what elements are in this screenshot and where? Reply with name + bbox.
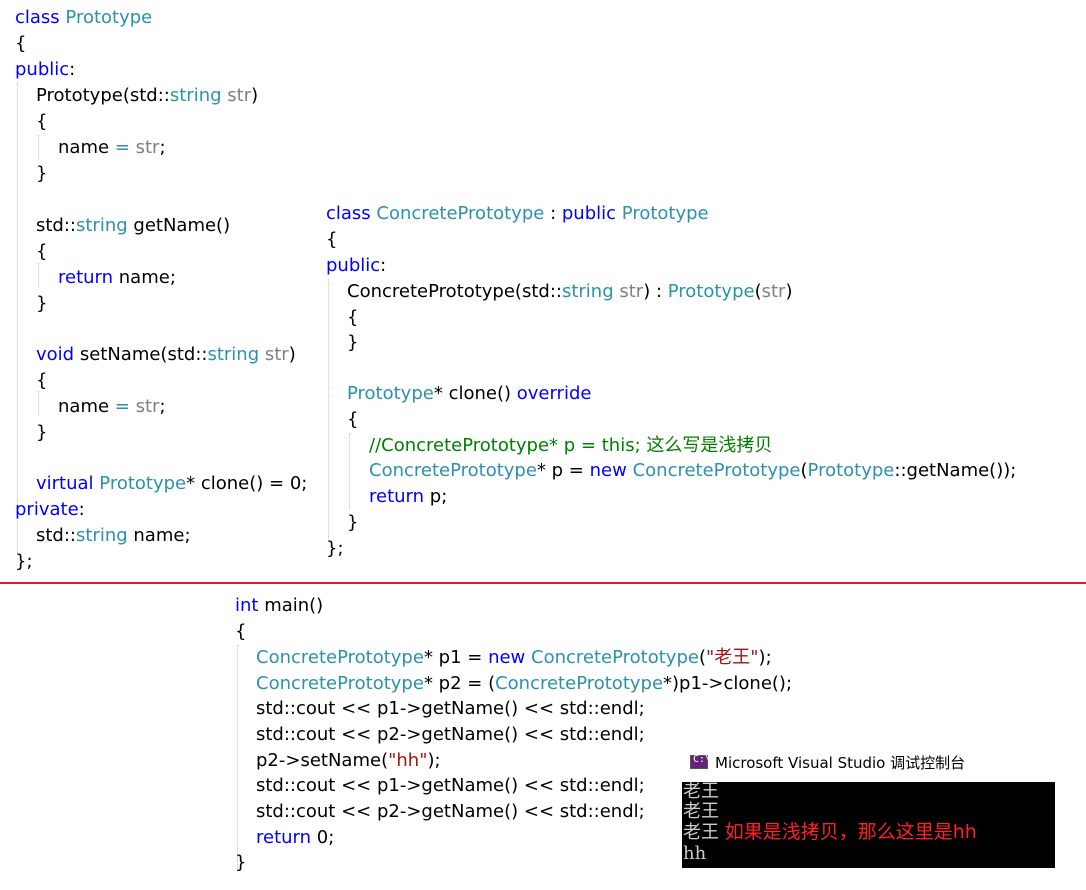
code-line: return 0; — [256, 827, 335, 848]
console-line: 老王 — [683, 781, 719, 802]
console-title-text: Microsoft Visual Studio 调试控制台 — [715, 754, 966, 772]
code-line: std::cout << p2->getName() << std::endl; — [256, 801, 645, 822]
code-line: return name; — [58, 267, 176, 288]
code-line: } — [36, 163, 48, 184]
code-line: }; — [326, 538, 344, 559]
console-app-icon: C:\ — [690, 754, 711, 769]
code-line: public: — [15, 59, 76, 80]
code-line: int main() — [235, 595, 324, 616]
code-line: ConcretePrototype* p2 = (ConcretePrototy… — [256, 673, 793, 694]
code-line: name = str; — [58, 137, 166, 158]
code-line: std::string getName() — [36, 215, 231, 236]
code-line: } — [36, 293, 48, 314]
code-line: { — [36, 370, 48, 391]
code-line: }; — [15, 551, 33, 572]
console-line: hh — [683, 843, 707, 864]
code-line: { — [326, 229, 338, 250]
code-line: name = str; — [58, 396, 166, 417]
code-line: } — [347, 332, 359, 353]
code-line: private: — [15, 499, 85, 520]
code-line: ConcretePrototype* p1 = new ConcreteProt… — [256, 647, 772, 668]
code-line: std::cout << p2->getName() << std::endl; — [256, 724, 645, 745]
console-line: 老王 如果是浅拷贝，那么这里是hh — [683, 821, 977, 843]
indent-guide — [328, 279, 329, 541]
code-line: { — [15, 33, 27, 54]
indent-guide — [38, 263, 39, 287]
annotation-note: 如果是浅拷贝，那么这里是hh — [724, 821, 977, 843]
code-line: } — [235, 852, 247, 873]
code-line: public: — [326, 255, 387, 276]
code-line: //ConcretePrototype* p = this; 这么写是浅拷贝 — [369, 435, 773, 456]
concrete-prototype-class-code: class ConcretePrototype : public Prototy… — [326, 201, 1046, 571]
code-line: { — [36, 111, 48, 132]
section-divider — [0, 582, 1086, 584]
code-line: { — [235, 621, 247, 642]
console-window-title: C:\ Microsoft Visual Studio 调试控制台 — [690, 752, 965, 774]
prototype-class-code: class Prototype { public: Prototype(std:… — [15, 5, 315, 575]
code-line: class Prototype — [15, 7, 153, 28]
indent-guide — [237, 645, 238, 871]
code-line: Prototype(std::string str) — [36, 85, 259, 106]
code-line: class ConcretePrototype : public Prototy… — [326, 203, 709, 224]
indent-guide — [38, 391, 39, 415]
indent-guide — [38, 135, 39, 159]
code-line: std::string name; — [36, 525, 191, 546]
code-line: { — [36, 241, 48, 262]
console-output: 老王 老王 老王 如果是浅拷贝，那么这里是hh hh — [682, 782, 1055, 868]
code-line: { — [347, 409, 359, 430]
indent-guide — [349, 433, 350, 509]
code-line: } — [347, 512, 359, 533]
code-line: { — [347, 307, 359, 328]
code-line: void setName(std::string str) — [36, 344, 296, 365]
indent-guide — [17, 83, 18, 553]
code-line: std::cout << p1->getName() << std::endl; — [256, 775, 645, 796]
code-line: std::cout << p1->getName() << std::endl; — [256, 698, 645, 719]
code-line: ConcretePrototype(std::string str) : Pro… — [347, 281, 793, 302]
code-line: ConcretePrototype* p = new ConcreteProto… — [369, 460, 1017, 481]
code-line: return p; — [369, 486, 448, 507]
code-line: } — [36, 422, 48, 443]
code-line: p2->setName("hh"); — [256, 750, 441, 771]
code-line: Prototype* clone() override — [347, 383, 592, 404]
console-line: 老王 — [683, 801, 719, 822]
code-line: virtual Prototype* clone() = 0; — [36, 473, 308, 494]
